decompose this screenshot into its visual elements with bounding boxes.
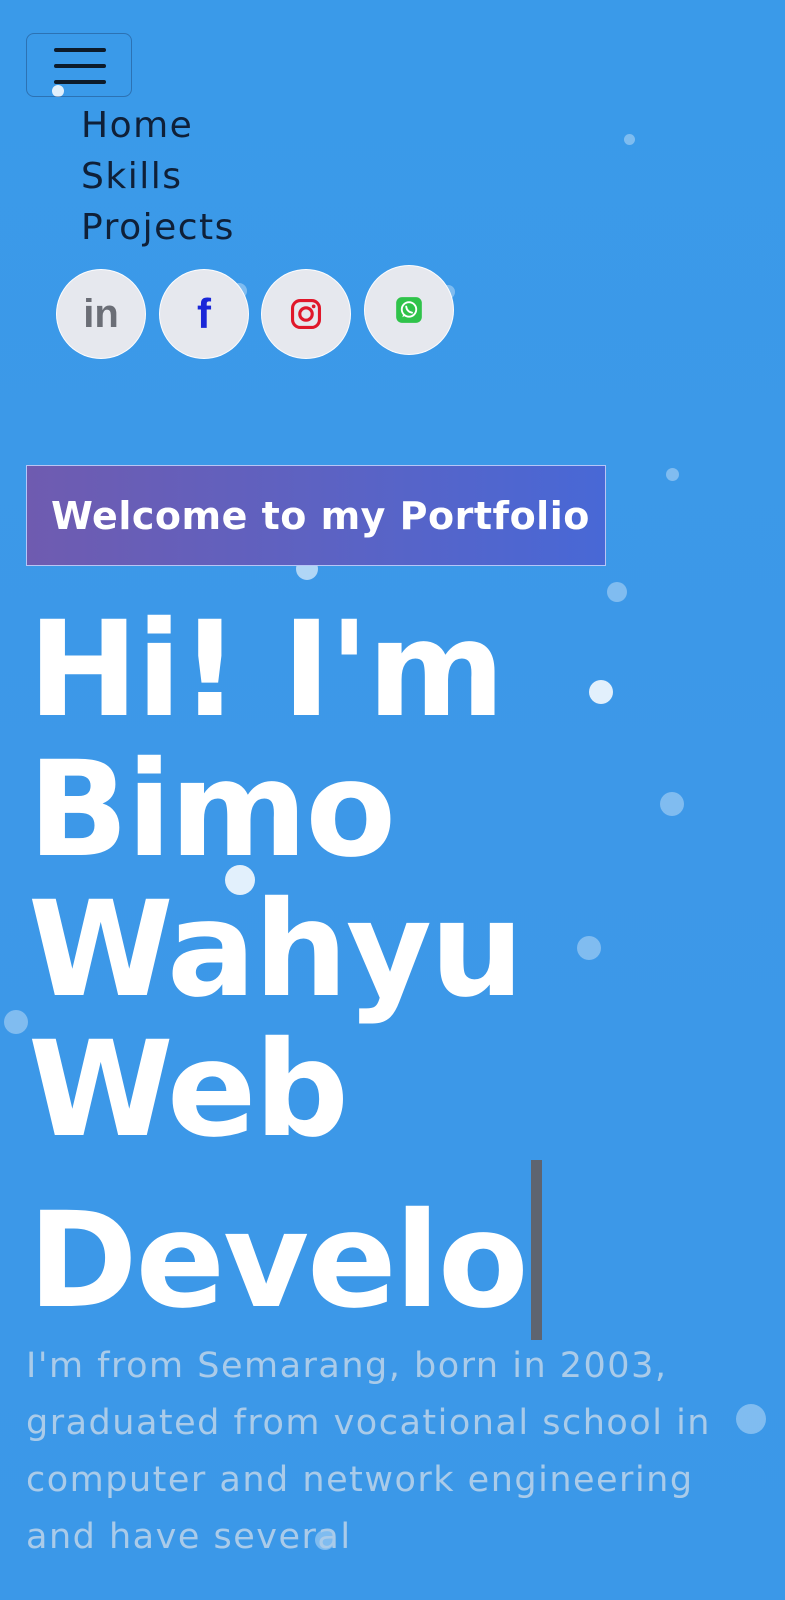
nav-item-home[interactable]: Home [81, 100, 235, 151]
facebook-icon: f [197, 290, 211, 337]
nav-menu: Home Skills Projects [81, 100, 235, 253]
instagram-button[interactable] [261, 269, 351, 359]
nav-item-projects[interactable]: Projects [81, 202, 235, 253]
typing-cursor [530, 1160, 542, 1340]
hero-line: Wahyu [28, 873, 524, 1027]
bio-paragraph: I'm from Semarang, born in 2003, graduat… [26, 1346, 711, 1557]
facebook-button[interactable]: f [159, 269, 249, 359]
hero-typing-text: Develo [28, 1184, 529, 1338]
instagram-icon [290, 298, 322, 330]
hamburger-menu-button[interactable] [26, 33, 132, 97]
hero-line: Bimo [28, 733, 396, 887]
hero-line: Web [28, 1013, 349, 1167]
welcome-badge-text: Welcome to my Portfolio [51, 493, 590, 538]
hero-typing-line: Develo [28, 1160, 542, 1340]
linkedin-button[interactable]: in [56, 269, 146, 359]
whatsapp-icon [396, 297, 422, 323]
hero-line: Hi! I'm [28, 593, 505, 747]
whatsapp-button[interactable] [364, 265, 454, 355]
welcome-badge: Welcome to my Portfolio [26, 465, 606, 566]
linkedin-icon: in [83, 291, 119, 336]
hero-heading: Hi! I'm Bimo Wahyu Web Develo [28, 600, 542, 1340]
nav-item-skills[interactable]: Skills [81, 151, 235, 202]
